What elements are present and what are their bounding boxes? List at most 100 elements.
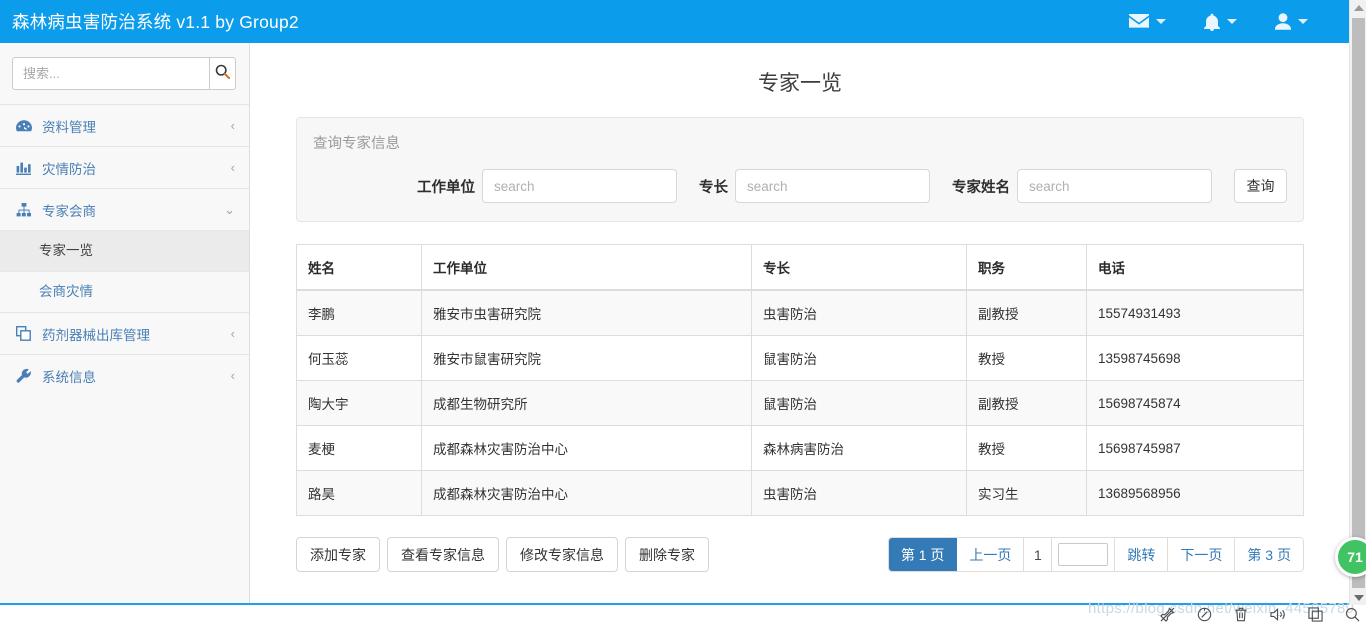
cell-unit: 雅安市虫害研究院: [421, 289, 752, 336]
sidebar-item-disaster-control[interactable]: 灾情防治 ‹: [0, 147, 249, 188]
scroll-down-arrow-icon[interactable]: [1354, 595, 1364, 601]
delete-expert-button[interactable]: 删除专家: [625, 537, 709, 572]
field-specialty: 专长: [699, 169, 930, 203]
trash-icon[interactable]: [1234, 607, 1248, 622]
cell-phone: 13598745698: [1086, 335, 1304, 381]
table-head: 姓名 工作单位 专长 职务 电话: [296, 244, 1304, 291]
cell-phone: 15574931493: [1086, 289, 1304, 336]
sidebar-search-button[interactable]: [209, 57, 236, 90]
specialty-input[interactable]: [735, 169, 930, 203]
field-label-work-unit: 工作单位: [417, 179, 475, 196]
sidebar-nav-list: 资料管理 ‹ 灾情防治 ‹ 专家会商 ⌄ 专家一览 会商灾情 药剂器械出库管理 …: [0, 104, 249, 396]
sidebar-search-input[interactable]: [12, 57, 209, 90]
sidebar-item-label: 专家会商: [42, 203, 96, 219]
field-label-specialty: 专长: [699, 179, 728, 196]
actions-bar: 添加专家 查看专家信息 修改专家信息 删除专家 第 1 页 上一页 1 跳转 下…: [296, 537, 1304, 572]
query-button[interactable]: 查询: [1234, 169, 1287, 203]
sidebar-item-data-management[interactable]: 资料管理 ‹: [0, 105, 249, 146]
pagination-next-button[interactable]: 下一页: [1168, 538, 1236, 571]
cell-title: 副教授: [966, 289, 1087, 336]
cell-specialty: 虫害防治: [751, 289, 967, 336]
sidebar-group-ziliaoguanli: 资料管理 ‹: [0, 104, 249, 146]
dashboard-icon: [16, 119, 35, 133]
chevron-left-icon: ‹: [230, 160, 235, 175]
add-expert-button[interactable]: 添加专家: [296, 537, 380, 572]
sidebar: 资料管理 ‹ 灾情防治 ‹ 专家会商: [0, 43, 250, 603]
cell-specialty: 森林病害防治: [751, 425, 967, 471]
cell-specialty: 鼠害防治: [751, 335, 967, 381]
cell-specialty: 虫害防治: [751, 470, 967, 516]
column-header-specialty: 专长: [751, 244, 967, 291]
app-brand-title: 森林病虫害防治系统 v1.1 by Group2: [12, 12, 299, 32]
table-row[interactable]: 麦梗 成都森林灾害防治中心 森林病害防治 教授 15698745987: [296, 425, 1304, 471]
cell-name: 何玉蕊: [296, 335, 422, 381]
sidebar-item-expert-list[interactable]: 专家一览: [0, 231, 249, 271]
page-title: 专家一览: [758, 72, 842, 95]
expert-table: 姓名 工作单位 专长 职务 电话 李鹏 雅安市虫害研究院 虫害防治 副教授 15…: [296, 244, 1304, 516]
copy-icon[interactable]: [1308, 607, 1323, 622]
cell-phone: 15698745874: [1086, 380, 1304, 426]
sidebar-subitem-expert-list-wrap: 专家一览: [0, 230, 249, 271]
expert-name-input[interactable]: [1017, 169, 1212, 203]
sidebar-item-system-info[interactable]: 系统信息 ‹: [0, 355, 249, 396]
expert-action-buttons: 添加专家 查看专家信息 修改专家信息 删除专家: [296, 537, 709, 572]
table-row[interactable]: 李鹏 雅安市虫害研究院 虫害防治 副教授 15574931493: [296, 289, 1304, 336]
pagination-jump-input[interactable]: [1058, 543, 1109, 566]
column-header-title: 职务: [966, 244, 1087, 291]
search-icon: [215, 64, 230, 84]
column-header-phone: 电话: [1086, 244, 1304, 291]
work-unit-input[interactable]: [482, 169, 677, 203]
navbar-notifications-dropdown[interactable]: [1185, 0, 1256, 43]
cell-name: 路昊: [296, 470, 422, 516]
view-expert-button[interactable]: 查看专家信息: [387, 537, 499, 572]
sidebar-item-consult-disaster[interactable]: 会商灾情: [0, 272, 249, 312]
chevron-down-icon: [1298, 19, 1308, 24]
sidebar-item-pesticide-outbound[interactable]: 药剂器械出库管理 ‹: [0, 313, 249, 354]
table-row[interactable]: 路昊 成都森林灾害防治中心 虫害防治 实习生 13689568956: [296, 470, 1304, 516]
cell-unit: 成都生物研究所: [421, 380, 752, 426]
field-label-expert-name: 专家姓名: [952, 179, 1010, 196]
sidebar-item-label: 药剂器械出库管理: [42, 327, 150, 343]
pagination-last-page-button[interactable]: 第 3 页: [1235, 538, 1303, 571]
cell-title: 实习生: [966, 470, 1087, 516]
pagination-page-number: 1: [1024, 538, 1053, 571]
search-icon[interactable]: [1345, 607, 1360, 622]
bell-icon: [1204, 13, 1220, 31]
column-header-unit: 工作单位: [421, 244, 752, 291]
sitemap-icon: [16, 202, 35, 217]
sidebar-item-label: 系统信息: [42, 369, 96, 385]
sidebar-item-expert-consultation[interactable]: 专家会商 ⌄: [0, 189, 249, 230]
browser-scrollbar[interactable]: [1349, 0, 1366, 605]
speaker-icon[interactable]: [1270, 607, 1286, 622]
table-row[interactable]: 陶大宇 成都生物研究所 鼠害防治 副教授 15698745874: [296, 380, 1304, 426]
chevron-left-icon: ‹: [230, 118, 235, 133]
navbar-account-dropdown[interactable]: [1256, 0, 1327, 43]
pin-icon[interactable]: [1160, 607, 1175, 622]
sidebar-group-zhuanjiahuishang: 专家会商 ⌄ 专家一览 会商灾情: [0, 188, 249, 312]
main-content: 专家一览 查询专家信息 工作单位 专长 专家姓名: [251, 43, 1349, 603]
table-header-row: 姓名 工作单位 专长 职务 电话: [296, 244, 1304, 291]
edit-expert-button[interactable]: 修改专家信息: [506, 537, 618, 572]
navbar-messages-dropdown[interactable]: [1110, 0, 1185, 43]
pagination-jump-button[interactable]: 跳转: [1115, 538, 1169, 571]
sidebar-item-label: 灾情防治: [42, 161, 96, 177]
sidebar-group-yaojiqixie: 药剂器械出库管理 ‹: [0, 312, 249, 354]
field-work-unit: 工作单位: [417, 169, 677, 203]
compass-icon[interactable]: [1197, 607, 1212, 622]
chevron-down-icon: [1227, 19, 1237, 24]
pagination-current-page: 第 1 页: [888, 538, 958, 571]
field-expert-name: 专家姓名: [952, 169, 1212, 203]
pagination-jump-cell: [1052, 538, 1116, 571]
pagination-prev-button[interactable]: 上一页: [957, 538, 1025, 571]
table-row[interactable]: 何玉蕊 雅安市鼠害研究院 鼠害防治 教授 13598745698: [296, 335, 1304, 381]
sidebar-submenu-expert-consultation: 专家一览 会商灾情: [0, 230, 249, 312]
scroll-up-arrow-icon[interactable]: [1354, 5, 1364, 11]
application-window: 森林病虫害防治系统 v1.1 by Group2 搜索... 资料管理 ‹ 灾情…: [0, 0, 1366, 630]
cell-unit: 成都森林灾害防治中心: [421, 470, 752, 516]
sidebar-group-xitongxinxi: 系统信息 ‹: [0, 354, 249, 396]
column-header-name: 姓名: [296, 244, 422, 291]
search-panel-heading: 查询专家信息: [313, 136, 400, 152]
scrollbar-thumb[interactable]: [1352, 18, 1365, 588]
cell-specialty: 鼠害防治: [751, 380, 967, 426]
top-navbar: 森林病虫害防治系统 v1.1 by Group2: [0, 0, 1349, 43]
